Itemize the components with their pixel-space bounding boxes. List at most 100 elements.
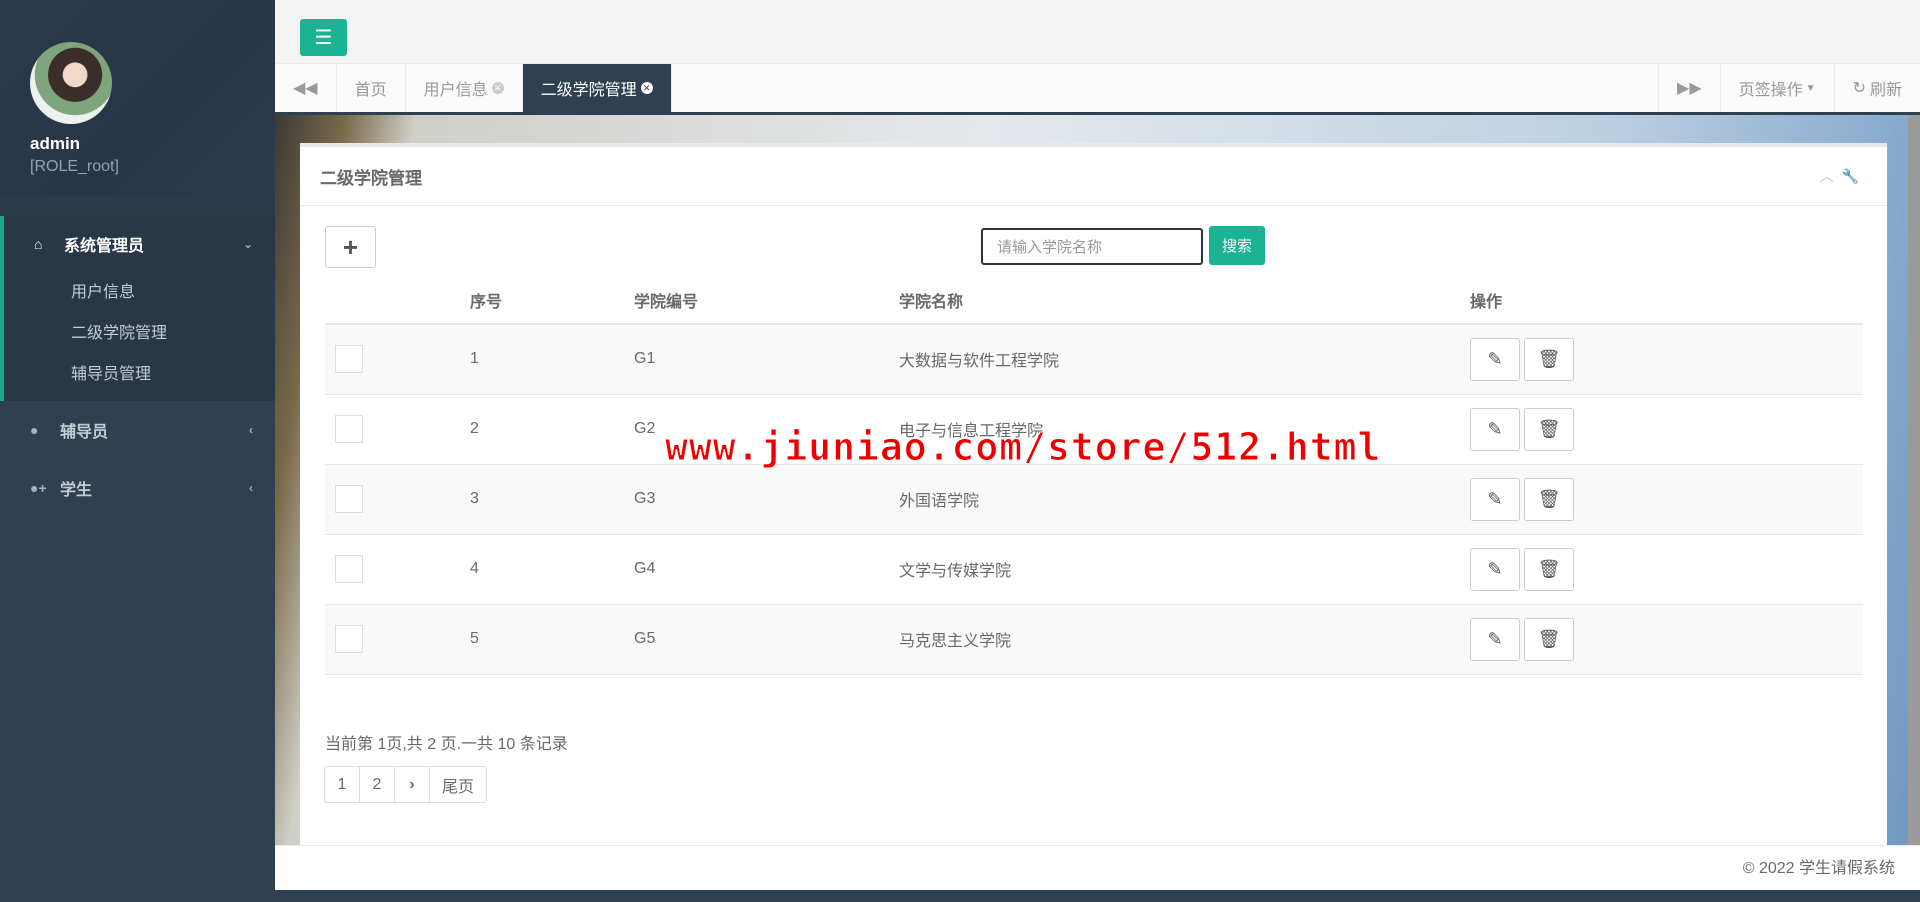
cell-actions: ✎ 🗑 [1470, 394, 1863, 465]
user-plus-icon: ●+ [30, 480, 47, 496]
tab-user-info[interactable]: 用户信息 ✕ [406, 64, 523, 112]
row-checkbox[interactable] [335, 625, 363, 653]
table-row: 5 G5 马克思主义学院 ✎ 🗑 [325, 604, 1863, 675]
cell-no: 3 [470, 464, 634, 535]
cell-no: 1 [470, 324, 634, 395]
cell-no: 4 [470, 534, 634, 605]
avatar[interactable] [30, 42, 112, 124]
cell-actions: ✎ 🗑 [1470, 604, 1863, 675]
delete-button[interactable]: 🗑 [1524, 337, 1574, 381]
user-icon: ● [30, 422, 39, 438]
delete-button[interactable]: 🗑 [1524, 547, 1574, 591]
delete-button[interactable]: 🗑 [1524, 407, 1574, 451]
plus-icon: + [342, 231, 359, 262]
backward-icon: ◀◀ [293, 80, 318, 97]
row-checkbox[interactable] [335, 345, 363, 374]
nav-group-admin: ⌂ 系统管理员 ⌄ 用户信息 二级学院管理 辅导员管理 [0, 216, 275, 401]
top-bar: ☰ [275, 0, 1920, 64]
tab-label: 二级学院管理 [540, 82, 637, 99]
cell-name: 马克思主义学院 [899, 604, 1470, 675]
edit-button[interactable]: ✎ [1470, 617, 1520, 661]
tab-college-manage[interactable]: 二级学院管理 ✕ [522, 64, 672, 112]
edit-icon: ✎ [1487, 558, 1503, 579]
close-icon[interactable]: ✕ [640, 82, 653, 94]
table-row: 2 G2 电子与信息工程学院 ✎ 🗑 [325, 394, 1863, 465]
tab-label: 用户信息 [423, 82, 488, 99]
sidebar: admin [ROLE_root] ⌂ 系统管理员 ⌄ 用户信息 二级学院管理 辅导… [0, 0, 275, 902]
forward-icon: ▶▶ [1677, 80, 1702, 97]
col-name: 学院名称 [899, 277, 1470, 325]
edit-button[interactable]: ✎ [1470, 477, 1520, 521]
panel-header: 二级学院管理 ︿🔧 [300, 147, 1887, 206]
refresh-button[interactable]: ↻ 刷新 [1833, 64, 1920, 112]
cell-code: G5 [634, 604, 899, 675]
page-info: 当前第 1页,共 2 页.一共 10 条记录 [325, 736, 568, 753]
col-select [325, 277, 470, 325]
edit-button[interactable]: ✎ [1470, 407, 1520, 451]
nav-admin[interactable]: ⌂ 系统管理员 ⌄ [4, 216, 275, 272]
menu-toggle-button[interactable]: ☰ [300, 19, 347, 56]
cell-code: G3 [634, 464, 899, 535]
tab-home[interactable]: 首页 [337, 64, 406, 112]
nav-counselor[interactable]: ● 辅导员 ‹ [0, 401, 275, 459]
tab-operations-dropdown[interactable]: 页签操作 ▼ [1719, 64, 1834, 112]
collapse-icon[interactable]: ︿ [1820, 168, 1842, 184]
edit-icon: ✎ [1487, 418, 1503, 439]
tab-scroll-right[interactable]: ▶▶ [1658, 64, 1720, 112]
bars-icon: ☰ [314, 27, 333, 49]
row-select-cell [325, 534, 470, 605]
cell-name: 大数据与软件工程学院 [899, 324, 1470, 395]
row-checkbox[interactable] [335, 485, 363, 513]
row-select-cell [325, 394, 470, 465]
nav-counselor-manage[interactable]: 辅导员管理 [4, 354, 275, 395]
username[interactable]: admin [30, 134, 275, 154]
add-button[interactable]: + [325, 226, 376, 268]
cell-code: G2 [634, 394, 899, 465]
delete-button[interactable]: 🗑 [1524, 617, 1574, 661]
divider [0, 196, 275, 216]
row-checkbox[interactable] [335, 415, 363, 443]
home-icon: ⌂ [34, 236, 43, 252]
edit-button[interactable]: ✎ [1470, 547, 1520, 591]
next-page-button[interactable]: › [394, 766, 430, 803]
cell-name: 文学与传媒学院 [899, 534, 1470, 605]
cell-no: 5 [470, 604, 634, 675]
last-page-button[interactable]: 尾页 [429, 766, 488, 803]
nav-student[interactable]: ●+ 学生 ‹ [0, 459, 275, 517]
tab-label: 首页 [354, 82, 387, 99]
delete-button[interactable]: 🗑 [1524, 477, 1574, 521]
wrench-icon[interactable]: 🔧 [1842, 168, 1867, 184]
chevron-right-icon: › [409, 775, 415, 793]
cell-name: 外国语学院 [899, 464, 1470, 535]
row-select-cell [325, 604, 470, 675]
search-button[interactable]: 搜索 [1209, 226, 1265, 265]
edit-icon: ✎ [1487, 628, 1503, 649]
pagination: 1 2 › 尾页 [324, 766, 488, 803]
nav-user-info[interactable]: 用户信息 [4, 272, 275, 313]
scrollbar[interactable] [1908, 115, 1920, 845]
trash-icon: 🗑 [1537, 628, 1561, 649]
college-name-search-input[interactable]: 请输入学院名称 [981, 228, 1203, 265]
cell-code: G4 [634, 534, 899, 605]
col-no: 序号 [470, 277, 634, 325]
panel-title: 二级学院管理 [320, 168, 422, 188]
page-2[interactable]: 2 [359, 766, 395, 803]
row-checkbox[interactable] [335, 555, 363, 583]
nav-label: 学生 [60, 482, 93, 499]
nav-college-manage[interactable]: 二级学院管理 [4, 313, 275, 354]
cell-actions: ✎ 🗑 [1470, 324, 1863, 395]
page-1[interactable]: 1 [324, 766, 360, 803]
trash-icon: 🗑 [1537, 488, 1561, 509]
tab-scroll-left[interactable]: ◀◀ [275, 64, 337, 112]
close-icon[interactable]: ✕ [491, 82, 504, 94]
trash-icon: 🗑 [1537, 348, 1561, 369]
profile: admin [ROLE_root] [0, 0, 275, 196]
edit-button[interactable]: ✎ [1470, 337, 1520, 381]
edit-icon: ✎ [1487, 488, 1503, 509]
row-select-cell [325, 464, 470, 535]
row-select-cell [325, 324, 470, 395]
col-code: 学院编号 [634, 277, 899, 325]
refresh-label: 刷新 [1869, 82, 1902, 99]
trash-icon: 🗑 [1537, 418, 1561, 439]
cell-name: 电子与信息工程学院 [899, 394, 1470, 465]
